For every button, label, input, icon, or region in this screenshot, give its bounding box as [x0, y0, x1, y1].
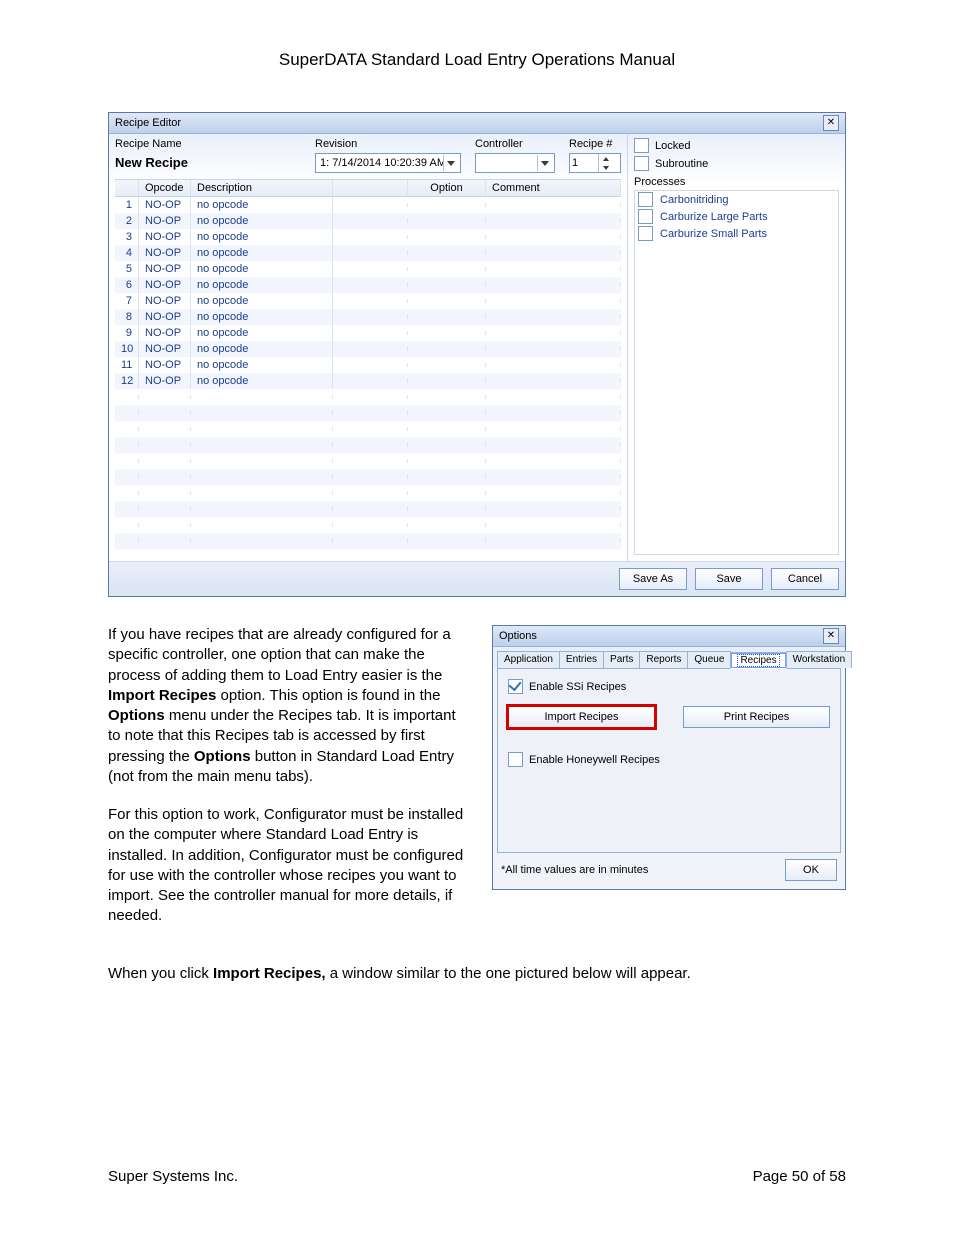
- recipe-num-label: Recipe #: [569, 138, 621, 150]
- table-row: [115, 437, 621, 453]
- save-button[interactable]: Save: [695, 568, 763, 590]
- table-row[interactable]: 7NO-OPno opcode: [115, 293, 621, 309]
- table-row: [115, 389, 621, 405]
- col-comment: Comment: [486, 180, 621, 196]
- recipe-num-input[interactable]: [570, 157, 598, 169]
- table-row[interactable]: 9NO-OPno opcode: [115, 325, 621, 341]
- body-text-2: When you click Import Recipes, a window …: [108, 965, 846, 982]
- enable-ssi-checkbox[interactable]: Enable SSi Recipes: [508, 679, 830, 694]
- table-row[interactable]: 10NO-OPno opcode: [115, 341, 621, 357]
- controller-dropdown[interactable]: [475, 153, 555, 173]
- footer-page: Page 50 of 58: [753, 1168, 846, 1185]
- table-row: [115, 533, 621, 549]
- process-item[interactable]: Carbonitriding: [635, 191, 838, 208]
- controller-label: Controller: [475, 138, 555, 150]
- table-row[interactable]: 6NO-OPno opcode: [115, 277, 621, 293]
- chevron-down-icon[interactable]: [443, 155, 458, 171]
- recipe-editor-window: Recipe Editor ✕ Recipe Name New Recipe R…: [108, 112, 846, 597]
- body-text: If you have recipes that are already con…: [108, 625, 472, 945]
- enable-honeywell-label: Enable Honeywell Recipes: [529, 754, 660, 766]
- tab-reports[interactable]: Reports: [639, 651, 688, 668]
- table-row: [115, 517, 621, 533]
- print-recipes-button[interactable]: Print Recipes: [683, 706, 830, 728]
- table-row: [115, 501, 621, 517]
- save-as-button[interactable]: Save As: [619, 568, 687, 590]
- col-description: Description: [191, 180, 333, 196]
- recipe-name-label: Recipe Name: [115, 138, 301, 150]
- table-row: [115, 469, 621, 485]
- table-row: [115, 549, 621, 555]
- revision-dropdown[interactable]: 1: 7/14/2014 10:20:39 AM: [315, 153, 461, 173]
- recipe-editor-title: Recipe Editor: [115, 117, 181, 129]
- enable-ssi-label: Enable SSi Recipes: [529, 681, 626, 693]
- tab-parts[interactable]: Parts: [603, 651, 640, 668]
- process-item[interactable]: Carburize Large Parts: [635, 208, 838, 225]
- processes-list: CarbonitridingCarburize Large PartsCarbu…: [634, 190, 839, 555]
- doc-header: SuperDATA Standard Load Entry Operations…: [108, 50, 846, 70]
- table-row[interactable]: 4NO-OPno opcode: [115, 245, 621, 261]
- table-row: [115, 453, 621, 469]
- footer-company: Super Systems Inc.: [108, 1168, 238, 1185]
- table-row[interactable]: 2NO-OPno opcode: [115, 213, 621, 229]
- col-option: Option: [408, 180, 486, 196]
- cancel-button[interactable]: Cancel: [771, 568, 839, 590]
- table-row[interactable]: 3NO-OPno opcode: [115, 229, 621, 245]
- options-dialog: Options ✕ ApplicationEntriesPartsReports…: [492, 625, 846, 890]
- tab-queue[interactable]: Queue: [687, 651, 731, 668]
- locked-label: Locked: [655, 140, 690, 152]
- subroutine-label: Subroutine: [655, 158, 708, 170]
- revision-value: 1: 7/14/2014 10:20:39 AM: [320, 157, 443, 169]
- col-opcode: Opcode: [139, 180, 191, 196]
- table-row[interactable]: 8NO-OPno opcode: [115, 309, 621, 325]
- revision-label: Revision: [315, 138, 461, 150]
- tab-entries[interactable]: Entries: [559, 651, 604, 668]
- tab-application[interactable]: Application: [497, 651, 560, 668]
- recipe-name-value: New Recipe: [115, 153, 301, 176]
- close-icon[interactable]: ✕: [823, 628, 839, 644]
- tab-workstation[interactable]: Workstation: [786, 651, 853, 668]
- table-row: [115, 405, 621, 421]
- table-row[interactable]: 11NO-OPno opcode: [115, 357, 621, 373]
- processes-label: Processes: [634, 176, 839, 188]
- table-row[interactable]: 5NO-OPno opcode: [115, 261, 621, 277]
- process-item[interactable]: Carburize Small Parts: [635, 225, 838, 242]
- locked-checkbox[interactable]: Locked: [634, 138, 839, 153]
- table-row: [115, 421, 621, 437]
- table-row[interactable]: 12NO-OPno opcode: [115, 373, 621, 389]
- enable-honeywell-checkbox[interactable]: Enable Honeywell Recipes: [508, 752, 830, 767]
- table-row[interactable]: 1NO-OPno opcode: [115, 197, 621, 213]
- ok-button[interactable]: OK: [785, 859, 837, 881]
- close-icon[interactable]: ✕: [823, 115, 839, 131]
- options-title: Options: [499, 630, 537, 642]
- tab-recipes[interactable]: Recipes: [730, 652, 786, 669]
- opcode-grid: Opcode Description Option Comment 1NO-OP…: [115, 179, 621, 555]
- chevron-down-icon[interactable]: [599, 163, 613, 172]
- recipe-num-spinner[interactable]: [569, 153, 621, 173]
- chevron-down-icon[interactable]: [537, 155, 552, 171]
- table-row: [115, 485, 621, 501]
- import-recipes-button[interactable]: Import Recipes: [508, 706, 655, 728]
- options-note: *All time values are in minutes: [501, 864, 648, 876]
- chevron-up-icon[interactable]: [599, 154, 613, 163]
- subroutine-checkbox[interactable]: Subroutine: [634, 156, 839, 171]
